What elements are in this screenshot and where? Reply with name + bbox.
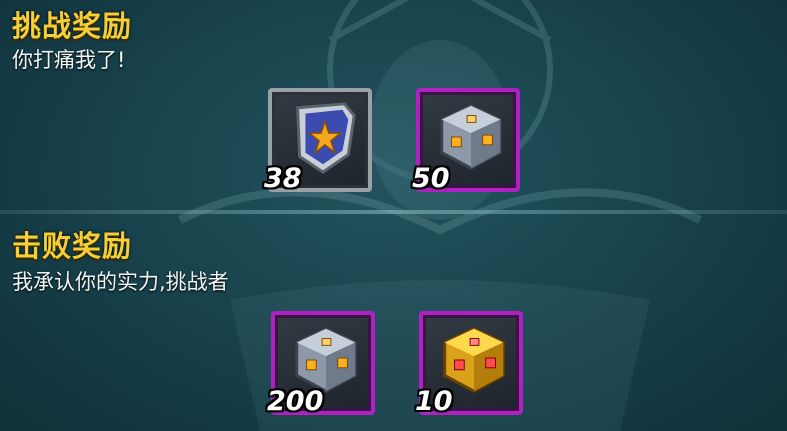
defeat-reward-title: 击败奖励	[12, 229, 133, 263]
challenge-reward-title: 挑战奖励	[12, 9, 133, 43]
reward-quantity: 50	[412, 163, 450, 194]
reward-item-silver-cube[interactable]: 200	[267, 311, 375, 417]
defeat-reward-subtitle: 我承认你的实力,挑战者	[12, 270, 229, 294]
reward-quantity: 200	[267, 386, 324, 417]
reward-item-gold-cube[interactable]: 10	[415, 311, 523, 417]
reward-item-shield[interactable]: 38	[264, 88, 372, 194]
section-divider	[0, 210, 787, 214]
reward-quantity: 38	[264, 163, 302, 194]
challenge-reward-subtitle: 你打痛我了!	[12, 48, 126, 72]
reward-item-silver-cube[interactable]: 50	[412, 88, 520, 194]
reward-quantity: 10	[415, 386, 453, 417]
